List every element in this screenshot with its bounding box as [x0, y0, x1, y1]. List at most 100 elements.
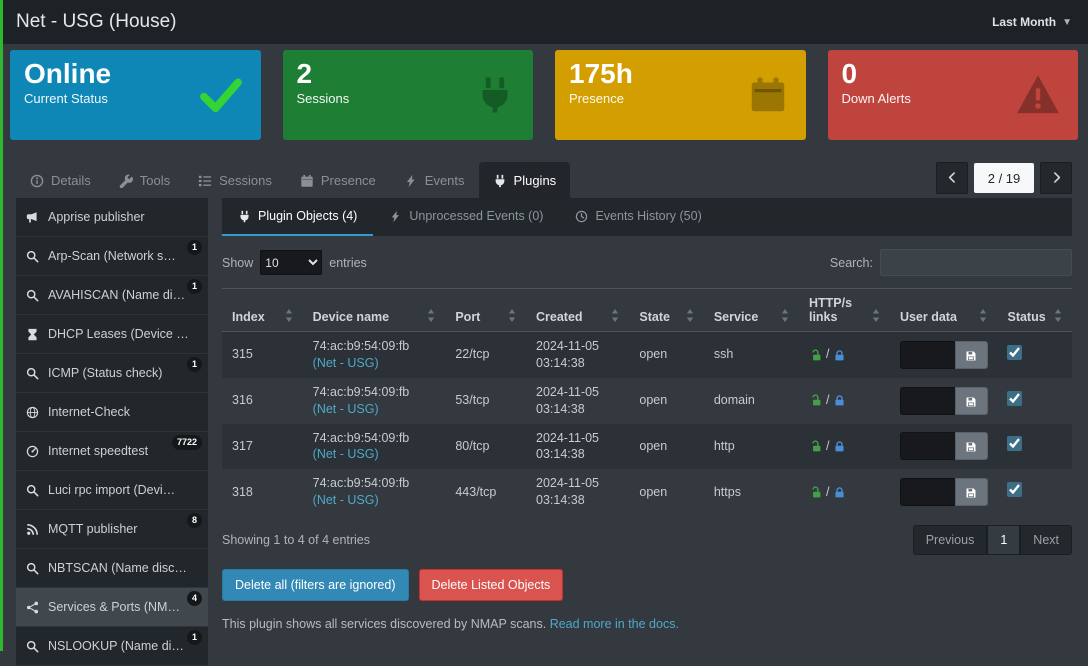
cell-service: ssh [704, 332, 799, 378]
status-checkbox[interactable] [1007, 482, 1022, 497]
table-header-row: Index Device name Port Created State Ser… [222, 289, 1072, 332]
device-page-indicator: 2 / 19 [974, 163, 1034, 193]
sidebar-item-internet-check[interactable]: Internet-Check [16, 393, 208, 432]
column-label: State [639, 310, 670, 324]
save-user-data-button[interactable] [955, 387, 988, 415]
tab-events[interactable]: Events [390, 162, 479, 198]
period-label: Last Month [992, 15, 1056, 29]
tab-events-history[interactable]: Events History (50) [559, 198, 717, 236]
user-data-input[interactable] [900, 478, 955, 506]
device-link[interactable]: (Net - USG) [313, 493, 379, 507]
device-pager: 2 / 19 [936, 162, 1072, 194]
card-sessions: 2 Sessions [283, 50, 534, 140]
plug-icon [493, 172, 507, 188]
device-link[interactable]: (Net - USG) [313, 356, 379, 370]
tab-label: Plugins [514, 173, 557, 188]
col-https-links[interactable]: HTTP/s links [799, 289, 890, 332]
http-link-unlock-icon[interactable] [809, 392, 822, 409]
table-row: 315 74:ac:b9:54:09:fb(Net - USG) 22/tcp … [222, 332, 1072, 378]
sidebar-item-nbtscan[interactable]: NBTSCAN (Name disc… [16, 549, 208, 588]
tab-presence[interactable]: Presence [286, 162, 390, 198]
search-input[interactable] [880, 249, 1072, 276]
chevron-right-icon [1050, 169, 1063, 187]
sidebar-item-mqtt-publisher[interactable]: MQTT publisher8 [16, 510, 208, 549]
nav-tabs: Details Tools Sessions Presence Events P… [16, 162, 570, 198]
sidebar-item-dhcp-leases[interactable]: DHCP Leases (Device … [16, 315, 208, 354]
cell-user-data [890, 378, 998, 424]
docs-link[interactable]: Read more in the docs. [550, 617, 679, 631]
cell-state: open [629, 469, 703, 515]
user-data-input[interactable] [900, 387, 955, 415]
cell-links: / [799, 469, 890, 515]
status-checkbox[interactable] [1007, 345, 1022, 360]
count-badge: 1 [187, 240, 202, 255]
col-service[interactable]: Service [704, 289, 799, 332]
period-selector[interactable]: Last Month ▼ [992, 15, 1072, 29]
http-link-unlock-icon[interactable] [809, 438, 822, 455]
save-user-data-button[interactable] [955, 478, 988, 506]
tab-unprocessed-events[interactable]: Unprocessed Events (0) [373, 198, 559, 236]
chevron-left-icon [946, 169, 959, 187]
sidebar-item-arp-scan[interactable]: Arp-Scan (Network s… 1 [16, 237, 208, 276]
save-icon [965, 485, 977, 500]
save-user-data-button[interactable] [955, 341, 988, 369]
device-link[interactable]: (Net - USG) [313, 447, 379, 461]
device-link[interactable]: (Net - USG) [313, 402, 379, 416]
sidebar-item-nslookup[interactable]: NSLOOKUP (Name di…1 [16, 627, 208, 666]
col-user-data[interactable]: User data [890, 289, 998, 332]
next-page-button[interactable]: Next [1020, 525, 1072, 555]
page-1-button[interactable]: 1 [987, 525, 1020, 555]
col-created[interactable]: Created [526, 289, 629, 332]
https-link-lock-icon[interactable] [833, 392, 846, 409]
created-date: 2024-11-05 [536, 475, 619, 492]
col-device-name[interactable]: Device name [303, 289, 446, 332]
tab-details[interactable]: Details [16, 162, 105, 198]
tab-sessions[interactable]: Sessions [184, 162, 286, 198]
cell-device: 74:ac:b9:54:09:fb(Net - USG) [303, 469, 446, 515]
tab-label: Unprocessed Events (0) [409, 209, 543, 223]
col-state[interactable]: State [629, 289, 703, 332]
cell-index: 317 [222, 424, 303, 470]
sidebar-item-internet-speedtest[interactable]: Internet speedtest7722 [16, 432, 208, 471]
sidebar-item-avahiscan[interactable]: AVAHISCAN (Name di…1 [16, 276, 208, 315]
previous-page-button[interactable]: Previous [913, 525, 988, 555]
next-device-button[interactable] [1040, 162, 1072, 194]
https-link-lock-icon[interactable] [833, 484, 846, 501]
https-link-lock-icon[interactable] [833, 346, 846, 363]
col-port[interactable]: Port [445, 289, 526, 332]
cell-status [997, 469, 1072, 515]
user-data-input[interactable] [900, 432, 955, 460]
save-user-data-button[interactable] [955, 432, 988, 460]
count-badge: 1 [187, 630, 202, 645]
count-badge: 1 [187, 279, 202, 294]
sidebar-item-icmp[interactable]: ICMP (Status check)1 [16, 354, 208, 393]
tab-tools[interactable]: Tools [105, 162, 184, 198]
sidebar-item-apprise-publisher[interactable]: Apprise publisher [16, 198, 208, 237]
sidebar-item-services-ports[interactable]: Services & Ports (NM…4 [16, 588, 208, 627]
https-link-lock-icon[interactable] [833, 438, 846, 455]
tab-plugin-objects[interactable]: Plugin Objects (4) [222, 198, 373, 236]
http-link-unlock-icon[interactable] [809, 484, 822, 501]
column-label: Created [536, 310, 583, 324]
status-checkbox[interactable] [1007, 436, 1022, 451]
status-checkbox[interactable] [1007, 391, 1022, 406]
per-page-select[interactable]: 10 [260, 250, 322, 275]
prev-device-button[interactable] [936, 162, 968, 194]
tab-plugins[interactable]: Plugins [479, 162, 571, 198]
cell-port: 443/tcp [445, 469, 526, 515]
sidebar-item-label: Luci rpc import (Devi… [48, 483, 175, 497]
sidebar-item-label: Arp-Scan (Network s… [48, 249, 176, 263]
cell-service: https [704, 469, 799, 515]
col-status[interactable]: Status [997, 289, 1072, 332]
cell-status [997, 424, 1072, 470]
cell-links: / [799, 378, 890, 424]
sort-icon [872, 308, 880, 322]
sidebar-item-luci-rpc-import[interactable]: Luci rpc import (Devi… [16, 471, 208, 510]
plug-icon [238, 209, 251, 223]
col-index[interactable]: Index [222, 289, 303, 332]
http-link-unlock-icon[interactable] [809, 346, 822, 363]
user-data-input[interactable] [900, 341, 955, 369]
column-label: Port [455, 310, 480, 324]
delete-listed-button[interactable]: Delete Listed Objects [419, 569, 564, 601]
delete-all-button[interactable]: Delete all (filters are ignored) [222, 569, 409, 601]
